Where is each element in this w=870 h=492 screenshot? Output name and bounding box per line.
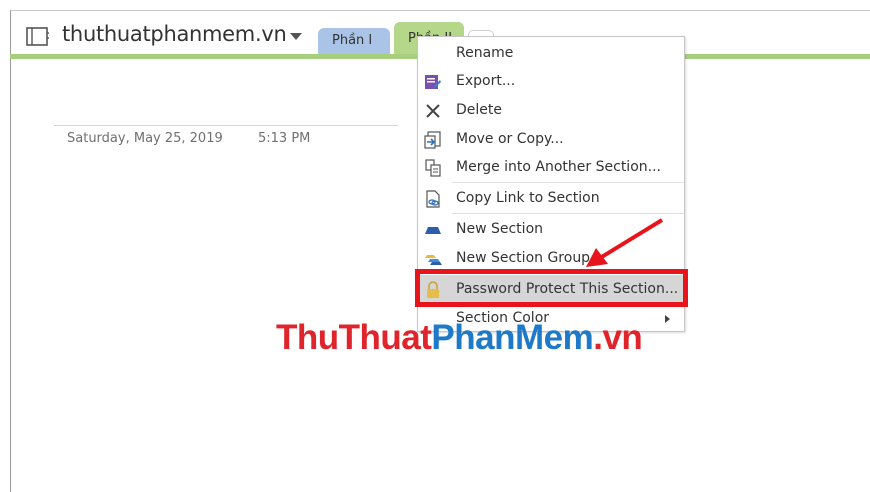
menu-separator [452, 182, 684, 183]
merge-icon [425, 159, 441, 177]
notebook-icon[interactable] [26, 26, 50, 47]
annotation-arrow-icon [586, 218, 664, 267]
new-section-group-icon [425, 255, 442, 265]
watermark-part-blue: PhanMem [431, 318, 594, 357]
tab-phan-1[interactable]: Phần I [318, 28, 390, 55]
menu-item-label: Rename [456, 45, 514, 61]
delete-x-icon [426, 104, 440, 118]
page-time: 5:13 PM [258, 131, 311, 146]
menu-item-label: New Section [456, 221, 544, 237]
move-copy-icon [424, 131, 441, 149]
notebook-title[interactable]: thuthuatphanmem.vn [62, 22, 287, 46]
submenu-arrow-icon [665, 315, 670, 323]
menu-item-label: New Section Group [456, 250, 591, 266]
annotation-highlight-box [415, 269, 688, 307]
copy-link-icon [426, 190, 440, 208]
menu-item-delete[interactable]: Delete [418, 96, 684, 124]
menu-item-label: Export... [456, 73, 516, 89]
watermark-part-red: .vn [593, 318, 643, 357]
watermark-logo: ThuThuatPhanMem.vn [276, 318, 643, 358]
notebook-dropdown-icon[interactable] [290, 33, 302, 40]
page-date: Saturday, May 25, 2019 [67, 131, 223, 146]
menu-item-export[interactable]: Export... [418, 67, 684, 95]
page-title-line[interactable] [54, 125, 398, 126]
menu-item-label: Copy Link to Section [456, 190, 600, 206]
export-icon [425, 75, 441, 89]
tab-label: Phần I [332, 33, 373, 48]
menu-item-label: Merge into Another Section... [456, 159, 661, 175]
menu-item-copy-link[interactable]: Copy Link to Section [418, 184, 684, 212]
menu-item-rename[interactable]: Rename [418, 39, 684, 67]
menu-item-merge[interactable]: Merge into Another Section... [418, 153, 684, 181]
menu-item-move-copy[interactable]: Move or Copy... [418, 125, 684, 153]
watermark-part-red: ThuThuat [276, 318, 432, 357]
menu-item-label: Move or Copy... [456, 131, 564, 147]
menu-item-label: Delete [456, 102, 502, 118]
new-section-icon [425, 227, 441, 234]
